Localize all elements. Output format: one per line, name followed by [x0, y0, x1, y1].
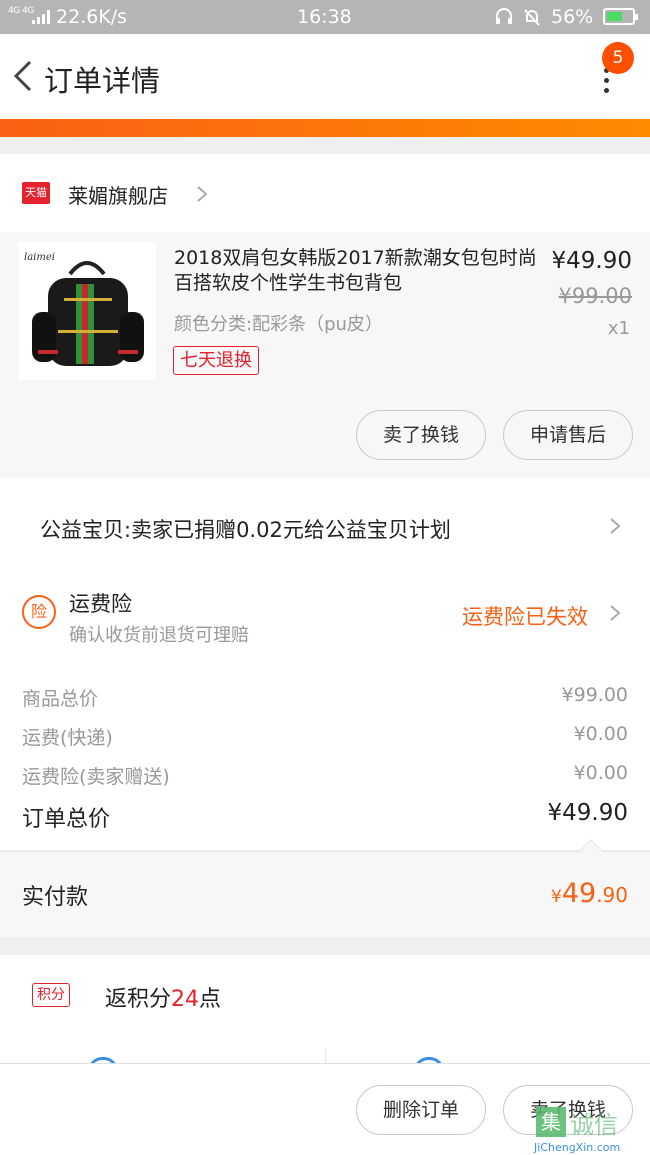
delete-order-button[interactable]: 删除订单 [356, 1085, 486, 1135]
insurance-fee-value: ¥0.00 [573, 762, 628, 784]
chevron-right-icon [610, 518, 621, 534]
product-attribute: 颜色分类:配彩条（pu皮） [174, 314, 383, 335]
network-type: 4G 4G [8, 6, 34, 16]
insurance-title: 运费险 [69, 592, 132, 616]
shop-row[interactable]: 天猫 莱媚旗舰店 [0, 154, 650, 232]
order-total-value: ¥49.90 [547, 800, 628, 826]
product-quantity: x1 [607, 318, 630, 339]
tmall-icon: 天猫 [22, 182, 50, 204]
header-accent-bar [0, 119, 650, 137]
actual-payment-row: 实付款 ¥49.90 [0, 839, 650, 937]
insurance-fee-label: 运费险(卖家赠送) [22, 766, 170, 788]
shop-name[interactable]: 莱媚旗舰店 [68, 180, 168, 209]
sell-for-cash-button[interactable]: 卖了换钱 [356, 410, 486, 460]
price-summary: 商品总价 ¥99.00 运费(快递) ¥0.00 运费险(卖家赠送) ¥0.00… [0, 660, 650, 850]
page-title: 订单详情 [44, 64, 161, 98]
points-prefix: 返积分 [105, 987, 172, 1012]
backpack-illustration [32, 261, 144, 366]
battery-icon [603, 8, 638, 25]
product-title[interactable]: 2018双肩包女韩版2017新款潮女包包时尚百搭软皮个性学生书包背包 [174, 246, 538, 296]
shipping-insurance-row[interactable]: 险 运费险 确认收货前退货可理赔 运费险已失效 [0, 573, 650, 660]
clock: 16:38 [297, 6, 352, 28]
amount-integer: 49 [561, 878, 597, 909]
product-original-price: ¥99.00 [558, 284, 632, 308]
shipping-value: ¥0.00 [573, 723, 628, 745]
actual-payment-value: ¥49.90 [551, 878, 628, 909]
back-arrow-icon[interactable] [10, 56, 40, 96]
watermark-text: 诚信 [570, 1111, 618, 1139]
site-watermark: 集 诚信 JiChengXin.com [532, 1103, 650, 1155]
actual-payment-label: 实付款 [22, 885, 89, 910]
points-count: 24 [171, 987, 200, 1012]
seven-day-return-tag: 七天退换 [173, 346, 259, 375]
currency-symbol: ¥ [551, 887, 562, 907]
points-suffix: 点 [199, 987, 222, 1012]
apply-after-sale-button[interactable]: 申请售后 [503, 410, 633, 460]
chevron-right-icon [197, 186, 208, 202]
shipping-label: 运费(快递) [22, 727, 113, 749]
points-tag: 积分 [32, 983, 70, 1007]
order-detail-page: 4G 4G 22.6K/s 16:38 56% 订单详情 5 天猫 莱媚旗舰店 … [0, 0, 650, 1155]
points-text: 返积分24点 [105, 981, 221, 1013]
chevron-right-icon [610, 605, 621, 621]
product-item[interactable]: laimei 2018双肩包女韩版2017新款潮女包包时尚百搭软皮个性学生书包背… [0, 232, 650, 478]
amount-decimal: .90 [596, 883, 628, 907]
product-price: ¥49.90 [551, 248, 632, 274]
watermark-url: JiChengXin.com [534, 1141, 621, 1154]
insurance-icon: 险 [22, 595, 56, 629]
mute-bell-icon [524, 9, 540, 26]
message-badge: 5 [602, 42, 634, 74]
network-speed: 22.6K/s [56, 6, 128, 28]
insurance-subtitle: 确认收货前退货可理赔 [69, 625, 249, 646]
product-image[interactable]: laimei [18, 242, 156, 380]
watermark-logo: 集 [536, 1107, 566, 1137]
headset-icon [496, 8, 512, 24]
charity-row[interactable]: 公益宝贝:卖家已捐赠0.02元给公益宝贝计划 [0, 478, 650, 573]
insurance-status[interactable]: 运费险已失效 [462, 601, 588, 631]
status-bar: 4G 4G 22.6K/s 16:38 56% [0, 0, 650, 34]
nav-header: 订单详情 5 [0, 34, 650, 120]
signal-icon [32, 10, 50, 24]
charity-text: 公益宝贝:卖家已捐赠0.02元给公益宝贝计划 [40, 518, 451, 542]
order-total-label: 订单总价 [22, 807, 111, 832]
goods-total-label: 商品总价 [22, 688, 99, 710]
battery-percent: 56% [551, 6, 594, 28]
goods-total-value: ¥99.00 [561, 684, 628, 706]
